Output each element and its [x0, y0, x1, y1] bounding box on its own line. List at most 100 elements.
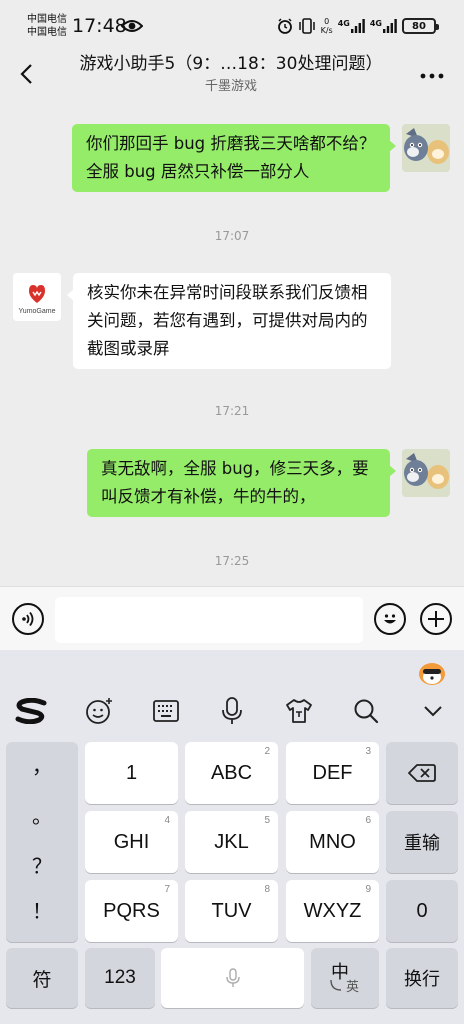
- message-input[interactable]: [55, 597, 363, 643]
- chat-input-bar: [0, 586, 464, 650]
- message-timestamp: 17:07: [214, 229, 250, 243]
- mascot-fox-icon[interactable]: [418, 660, 446, 686]
- signal-2: 4G: [370, 19, 397, 33]
- key-number: 7: [164, 884, 170, 895]
- key-pqrs[interactable]: PQRS 7: [85, 880, 178, 942]
- symbol-key[interactable]: 符: [6, 948, 78, 1008]
- message-timestamp: 17:25: [214, 554, 250, 568]
- key-tuv[interactable]: TUV 8: [185, 880, 278, 942]
- keyboard-icon: [153, 700, 179, 722]
- keyboard-layout-button[interactable]: [149, 694, 183, 728]
- network-type-1: 4G: [337, 19, 350, 28]
- vibrate-icon: [298, 18, 315, 34]
- more-options-button[interactable]: [418, 64, 446, 88]
- voice-toggle-button[interactable]: [12, 603, 44, 635]
- battery-indicator: 80: [402, 18, 439, 34]
- keyboard-search-button[interactable]: [349, 694, 383, 728]
- backspace-icon: [408, 764, 436, 782]
- language-alt: 英: [346, 979, 360, 994]
- backspace-key[interactable]: [386, 742, 458, 804]
- key-number: 8: [264, 884, 270, 895]
- key-label: 123: [104, 967, 136, 988]
- space-key[interactable]: [161, 948, 304, 1008]
- signal-bars-icon: [350, 19, 365, 33]
- eye-icon: [121, 20, 143, 32]
- voice-input-button[interactable]: [215, 694, 249, 728]
- avatar-text: YumoGame: [19, 308, 56, 315]
- key-jkl[interactable]: JKL 5: [185, 811, 278, 873]
- key-label: 换行: [404, 969, 440, 989]
- hide-keyboard-button[interactable]: [416, 694, 450, 728]
- message-timestamp: 17:21: [214, 404, 250, 418]
- key-label: MNO: [309, 830, 356, 853]
- key-label: JKL: [214, 830, 249, 853]
- key-label: PQRS: [103, 899, 160, 922]
- chat-subtitle: 千墨游戏: [204, 79, 257, 94]
- punctuation-key-question[interactable]: ？: [6, 850, 78, 879]
- chevron-left-icon: [20, 64, 32, 84]
- key-number: 4: [164, 815, 170, 826]
- net-speed-unit: K/s: [320, 26, 333, 35]
- key-def[interactable]: DEF 3: [286, 742, 379, 804]
- emoji-button[interactable]: [374, 603, 406, 635]
- key-label: 1: [125, 761, 138, 784]
- key-label: 重输: [404, 833, 440, 853]
- message-bubble-mine[interactable]: 你们那回手 bug 折磨我三天啥都不给？全服 bug 居然只补偿一部分人: [72, 124, 396, 192]
- more-icon: [420, 73, 444, 79]
- chat-title: 游戏小助手5（9：…18：30处理问题）: [79, 54, 383, 74]
- key-mno[interactable]: MNO 6: [286, 811, 379, 873]
- key-label: GHI: [113, 830, 150, 853]
- status-time: 17:48: [72, 15, 127, 37]
- message-bubble-mine[interactable]: 真无敌啊，全服 bug，修三天多，要叫反馈才有补偿，牛的牛的，: [87, 449, 396, 517]
- chat-header: 游戏小助手5（9：…18：30处理问题） 千墨游戏: [0, 48, 464, 100]
- skin-button[interactable]: [282, 694, 316, 728]
- key-0[interactable]: 0: [386, 880, 458, 942]
- language-switch-key[interactable]: 中 英: [311, 948, 379, 1008]
- net-speed: 0 K/s: [321, 17, 333, 35]
- key-number: 2: [264, 746, 270, 757]
- enter-key[interactable]: 换行: [386, 948, 458, 1008]
- key-label: ABC: [210, 761, 253, 784]
- alarm-icon: [277, 18, 292, 34]
- emoji-icon: [86, 698, 112, 724]
- signal-1: 4G: [338, 19, 365, 33]
- smiley-icon: [384, 614, 396, 624]
- key-ghi[interactable]: GHI 4: [85, 811, 178, 873]
- punctuation-key-exclaim[interactable]: ！: [6, 895, 78, 924]
- sogou-logo-button[interactable]: [14, 694, 48, 728]
- punctuation-key-comma[interactable]: ，: [6, 750, 78, 779]
- yumogame-logo-icon: YumoGame: [13, 273, 61, 321]
- key-label: 0: [416, 899, 428, 922]
- message-bubble-contact[interactable]: 核实你未在异常时间段联系我们反馈相关问题，若您有遇到，可提供对局内的截图或录屏: [67, 273, 391, 369]
- back-button[interactable]: [12, 60, 40, 88]
- contact-avatar[interactable]: YumoGame: [13, 273, 61, 321]
- reenter-key[interactable]: 重输: [386, 811, 458, 873]
- key-number: 3: [365, 746, 371, 757]
- user-avatar[interactable]: [402, 449, 450, 497]
- status-bar: 中国电信 中国电信 17:48 0 K/s 4G 4G 80: [0, 0, 464, 52]
- punctuation-column[interactable]: ， 。 ？ ！: [6, 742, 78, 942]
- key-label: WXYZ: [303, 899, 362, 922]
- microphone-icon: [225, 968, 240, 987]
- switch-arc-icon: [330, 979, 342, 991]
- cartoon-cat-avatar-icon: [402, 449, 450, 497]
- keyboard: ， 。 ？ ！ 1 ABC 2 DEF 3 GHI 4 JKL 5 MNO 6 …: [0, 650, 464, 1024]
- battery-level: 80: [412, 20, 426, 32]
- carrier-info: 中国电信 中国电信: [27, 13, 67, 39]
- chevron-down-icon: [424, 706, 442, 717]
- network-type-2: 4G: [369, 19, 382, 28]
- voice-icon: [22, 611, 34, 627]
- more-functions-button[interactable]: [420, 603, 452, 635]
- number-mode-key[interactable]: 123: [85, 948, 155, 1008]
- key-1[interactable]: 1: [85, 742, 178, 804]
- sogou-s-logo-icon: [15, 698, 47, 724]
- key-wxyz[interactable]: WXYZ 9: [286, 880, 379, 942]
- emoji-panel-button[interactable]: [82, 694, 116, 728]
- punctuation-key-period[interactable]: 。: [6, 800, 78, 829]
- key-number: 6: [365, 815, 371, 826]
- cartoon-cat-avatar-icon: [402, 124, 450, 172]
- carrier-line-1: 中国电信: [27, 14, 67, 25]
- key-abc[interactable]: ABC 2: [185, 742, 278, 804]
- user-avatar[interactable]: [402, 124, 450, 172]
- key-label: TUV: [211, 899, 252, 922]
